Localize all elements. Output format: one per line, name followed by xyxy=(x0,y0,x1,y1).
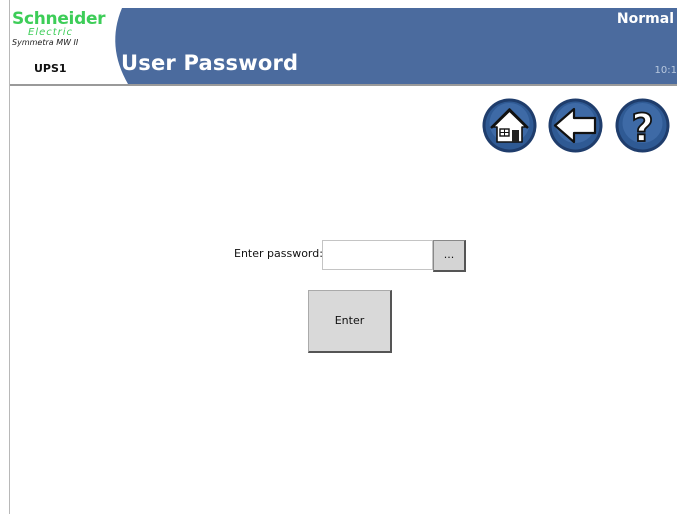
home-icon xyxy=(482,98,537,153)
help-button[interactable]: ? xyxy=(614,97,671,154)
brand-logo-text: Schneider xyxy=(12,9,106,29)
keyboard-browse-button[interactable]: ... xyxy=(433,240,466,272)
back-button[interactable] xyxy=(547,97,604,154)
home-button[interactable] xyxy=(481,97,538,154)
back-arrow-icon xyxy=(548,98,603,153)
password-label: Enter password: xyxy=(234,247,323,260)
title-bar: Schneider Electric Symmetra MW II UPS1 U… xyxy=(10,8,677,84)
page-title: User Password xyxy=(121,51,299,75)
brand-logo-subtext: Electric xyxy=(28,27,74,38)
clock: 10:1 xyxy=(654,65,677,76)
header-divider xyxy=(10,84,677,86)
status-indicator: Normal xyxy=(616,11,674,27)
enter-button[interactable]: Enter xyxy=(308,290,392,353)
device-name: UPS1 xyxy=(34,62,67,75)
svg-text:?: ? xyxy=(631,106,653,150)
help-icon: ? xyxy=(615,98,670,153)
password-input[interactable] xyxy=(322,240,433,270)
logo-panel: Schneider Electric Symmetra MW II UPS1 xyxy=(10,8,128,84)
product-name: Symmetra MW II xyxy=(12,38,79,47)
